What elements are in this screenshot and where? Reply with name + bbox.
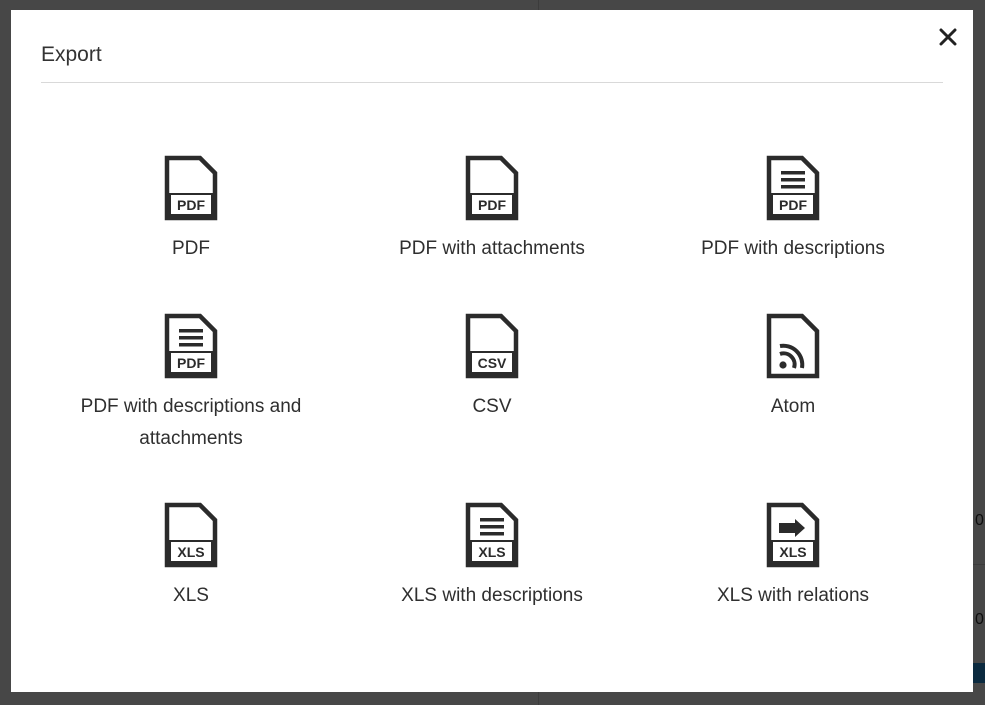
export-option-pdf-with-descriptions[interactable]: PDF PDF with descriptions — [643, 155, 943, 265]
xls-badge: XLS — [779, 544, 806, 560]
pdf-descriptions-file-icon: PDF — [766, 155, 820, 221]
pdf-badge: PDF — [779, 197, 807, 213]
csv-file-icon: CSV — [465, 313, 519, 379]
atom-feed-file-icon — [766, 313, 820, 379]
close-icon — [939, 28, 957, 46]
dialog-header: Export — [41, 10, 943, 83]
export-option-pdf[interactable]: PDF PDF — [41, 155, 341, 265]
dialog-title: Export — [41, 43, 102, 66]
export-option-atom[interactable]: Atom — [643, 313, 943, 423]
pdf-descriptions-attachments-file-icon: PDF — [164, 313, 218, 379]
option-label: XLS with relations — [716, 585, 870, 606]
pdf-badge: PDF — [177, 197, 205, 213]
close-button[interactable] — [937, 26, 959, 48]
option-label: XLS with descriptions — [401, 585, 583, 606]
option-label: PDF with descriptions — [701, 238, 885, 259]
export-option-csv[interactable]: CSV CSV — [342, 313, 642, 423]
option-label: XLS — [173, 585, 209, 606]
xls-file-icon: XLS — [164, 502, 218, 568]
xls-badge: XLS — [177, 544, 204, 560]
option-label: Atom — [770, 396, 816, 417]
option-label: PDF with attachments — [399, 238, 585, 259]
pdf-file-icon: PDF — [164, 155, 218, 221]
option-label: PDF — [172, 238, 210, 259]
export-option-pdf-with-descriptions-and-attachments[interactable]: PDF PDF with descriptions and attachment… — [41, 313, 341, 455]
xls-descriptions-file-icon: XLS — [465, 502, 519, 568]
option-label: CSV — [472, 396, 512, 417]
csv-badge: CSV — [478, 355, 507, 371]
export-option-pdf-with-attachments[interactable]: PDF PDF with attachments — [342, 155, 642, 265]
xls-relations-file-icon: XLS — [766, 502, 820, 568]
export-option-xls-with-descriptions[interactable]: XLS XLS with descriptions — [342, 502, 642, 612]
background-accent — [973, 663, 985, 683]
pdf-badge: PDF — [177, 355, 205, 371]
export-option-xls[interactable]: XLS XLS — [41, 502, 341, 612]
xls-badge: XLS — [478, 544, 505, 560]
option-label: PDF with descriptions and attachments — [80, 396, 302, 449]
export-option-xls-with-relations[interactable]: XLS XLS with relations — [643, 502, 943, 612]
pdf-badge: PDF — [478, 197, 506, 213]
pdf-attachments-file-icon: PDF — [465, 155, 519, 221]
export-dialog: Export PDF PDF PDF PDF with attachments … — [11, 10, 973, 692]
